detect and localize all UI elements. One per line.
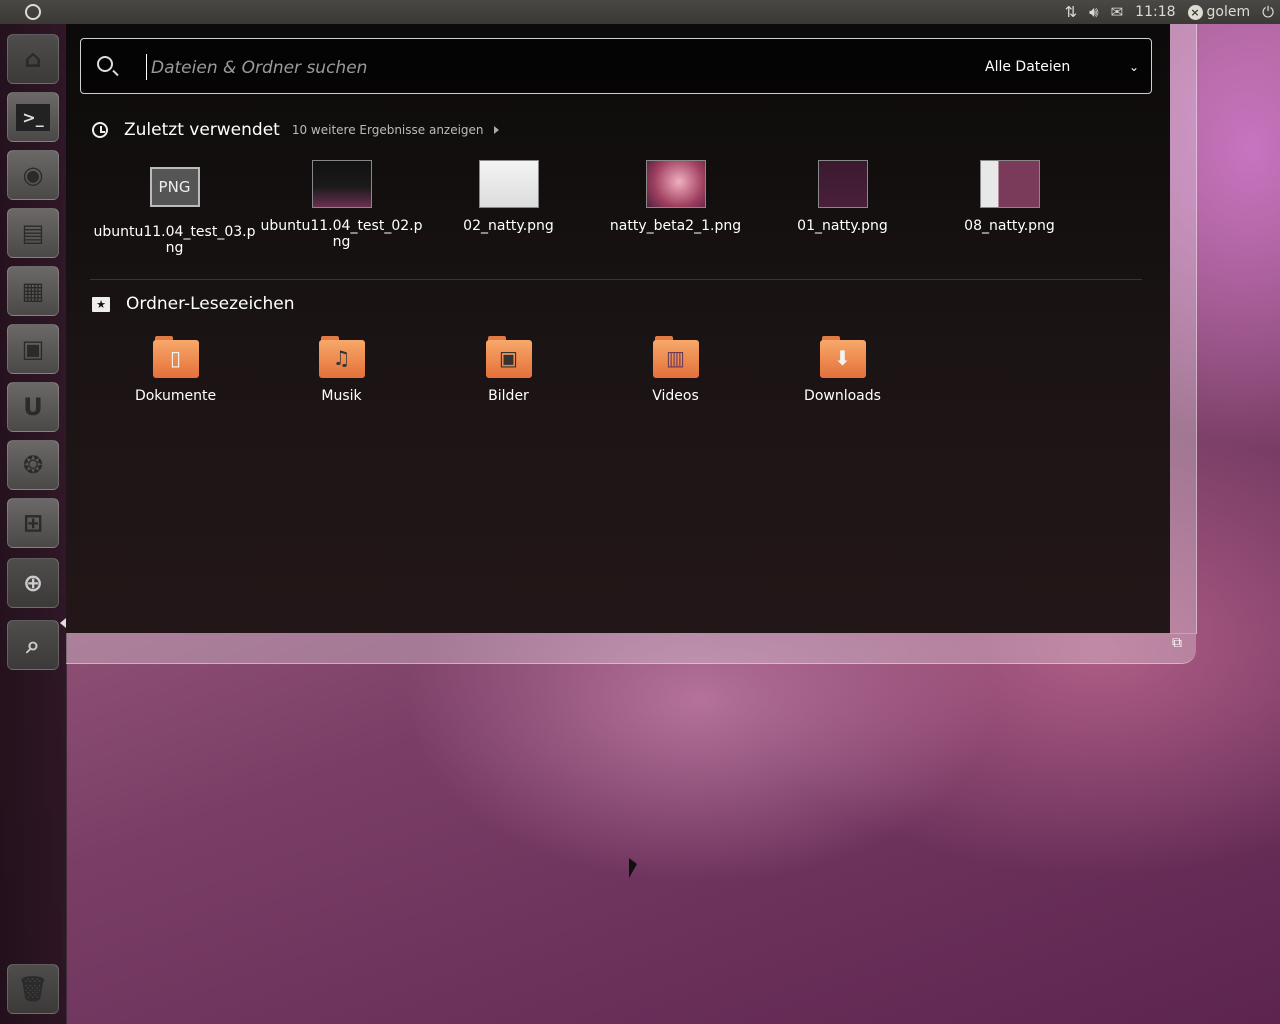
recent-file-item[interactable]: ubuntu11.04_test_02.png [258,160,425,250]
launcher-calc[interactable]: ▦ [7,266,59,316]
impress-icon: ▣ [21,335,45,363]
ubuntu-logo-button[interactable] [0,0,66,24]
filter-label: Alle Dateien [985,59,1071,75]
system-tray: ⇅ 🔊︎ ✉ 11:18 × golem ⏻ [1059,0,1280,24]
ubuntu-one-icon: U [23,393,43,421]
folder-label: Bilder [488,388,529,404]
file-label: 08_natty.png [964,218,1055,234]
bookmark-folder-item[interactable]: ♫ Musik [258,336,425,404]
dash: Alle Dateien ⌄ Zuletzt verwendet 10 weit… [66,24,1170,633]
volume-indicator[interactable]: 🔊︎ [1089,3,1098,21]
top-panel: ⇅ 🔊︎ ✉ 11:18 × golem ⏻ [0,0,1280,24]
expand-arrow-icon [493,126,499,134]
filter-dropdown[interactable]: Alle Dateien ⌄ [985,54,1145,80]
recent-file-item[interactable]: natty_beta2_1.png [592,160,759,234]
chevron-down-icon: ⌄ [1128,60,1139,74]
file-label: ubuntu11.04_test_02.png [260,218,423,250]
picture-icon: ▣ [485,336,532,378]
user-menu[interactable]: × golem [1187,4,1251,20]
network-icon: ⇅ [1064,3,1078,21]
power-icon: ⏻ [1262,3,1274,21]
launcher-firefox[interactable]: ◉ [7,150,59,200]
bookmark-folder-item[interactable]: ▯ Dokumente [92,336,259,404]
clock-icon [92,122,108,138]
terminal-icon: >_ [16,103,50,131]
network-indicator[interactable]: ⇅ [1065,3,1078,21]
png-file-icon: PNG [149,167,200,207]
folder-label: Dokumente [134,388,217,404]
launcher-ubuntu-one[interactable]: U [7,382,59,432]
recent-file-item[interactable]: 08_natty.png [926,160,1093,234]
launcher-terminal[interactable]: >_ [7,92,59,142]
recent-header: Zuletzt verwendet 10 weitere Ergebnisse … [92,120,499,140]
software-center-icon: ❂ [22,451,44,479]
writer-icon: ▤ [21,219,45,247]
bookmarks-header: ★ Ordner-Lesezeichen [92,294,295,314]
files-lens-icon: ⌕ [26,631,40,659]
bookmark-folder-item[interactable]: ▥ Videos [592,336,759,404]
film-icon: ▥ [652,336,699,378]
recent-file-item[interactable]: 02_natty.png [425,160,592,234]
mail-indicator[interactable]: ✉ [1111,3,1124,21]
session-menu[interactable]: ⏻ [1262,3,1274,21]
launcher-trash[interactable]: 🗑︎ [7,964,59,1014]
file-label: 01_natty.png [797,218,888,234]
file-thumbnail [645,160,706,208]
search-box[interactable]: Alle Dateien ⌄ [80,38,1152,94]
fullscreen-icon[interactable]: ⧉ [1172,636,1186,650]
user-name: golem [1206,4,1251,20]
launcher: ⌂ >_ ◉ ▤ ▦ ▣ U ❂ ⊞ ⊕ ⌕ 🗑︎ [0,24,67,1024]
ubuntu-logo-icon [25,4,41,20]
recent-file-item[interactable]: PNG ubuntu11.04_test_03.png [91,160,258,256]
user-status-icon: × [1187,4,1203,20]
launcher-impress[interactable]: ▣ [7,324,59,374]
mail-icon: ✉ [1110,3,1124,21]
folder-label: Downloads [804,388,881,404]
music-icon: ♫ [318,336,365,378]
volume-icon: 🔊︎ [1089,3,1099,21]
recent-file-item[interactable]: 01_natty.png [759,160,926,234]
launcher-dash-apps[interactable]: ⊕ [7,558,59,608]
bookmark-folder-item[interactable]: ⬇ Downloads [759,336,926,404]
search-input[interactable] [149,53,853,83]
file-thumbnail [979,160,1040,208]
file-thumbnail [311,160,372,208]
launcher-home-folder[interactable]: ⌂ [7,34,59,84]
more-results-label: 10 weitere Ergebnisse anzeigen [291,123,484,137]
clock-time: 11:18 [1135,4,1176,20]
file-thumbnail [478,160,539,208]
file-label: 02_natty.png [463,218,554,234]
more-results-link[interactable]: 10 weitere Ergebnisse anzeigen [292,123,499,137]
bookmark-folder-icon: ★ [92,296,110,312]
apps-lens-icon: ⊕ [22,569,44,597]
bookmark-folder-item[interactable]: ▣ Bilder [425,336,592,404]
section-divider [90,279,1142,280]
folder-label: Musik [321,388,362,404]
workspace-switcher-icon: ⊞ [22,509,44,537]
launcher-dash-files[interactable]: ⌕ [7,620,59,670]
text-caret [146,54,147,80]
calc-icon: ▦ [21,277,45,305]
recent-title: Zuletzt verwendet [124,120,280,140]
launcher-software-center[interactable]: ❂ [7,440,59,490]
launcher-workspaces[interactable]: ⊞ [7,498,59,548]
firefox-icon: ◉ [22,161,44,189]
dash-frame-right [1170,24,1197,634]
launcher-writer[interactable]: ▤ [7,208,59,258]
dash-frame-bottom [66,633,1196,664]
folder-label: Videos [652,388,699,404]
file-thumbnail [817,160,868,208]
download-icon: ⬇ [819,336,866,378]
trash-icon: 🗑︎ [17,975,49,1003]
mouse-pointer-icon [629,858,637,878]
document-icon: ▯ [152,336,199,378]
home-folder-icon: ⌂ [24,45,42,73]
clock[interactable]: 11:18 [1135,4,1175,20]
bookmarks-title: Ordner-Lesezeichen [126,294,295,314]
search-icon [97,56,113,72]
file-label: ubuntu11.04_test_03.png [93,224,256,256]
file-label: natty_beta2_1.png [609,218,742,234]
